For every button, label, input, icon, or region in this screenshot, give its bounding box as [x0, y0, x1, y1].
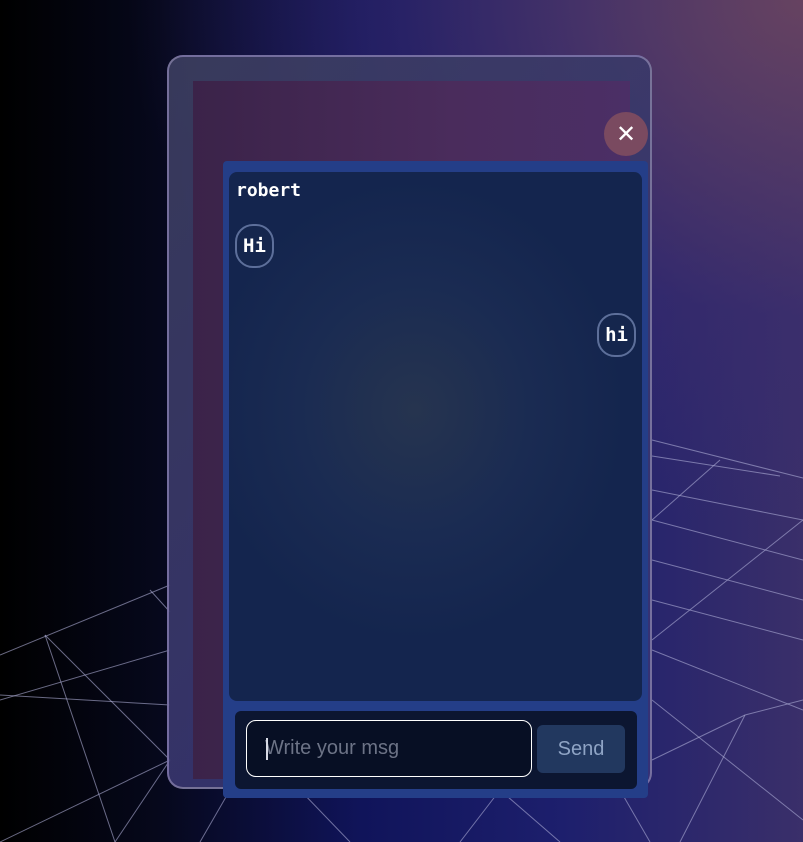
grid-line: [0, 694, 171, 706]
grid-line: [651, 459, 721, 521]
close-button[interactable]: ✕: [604, 112, 648, 156]
grid-line: [651, 519, 803, 561]
grid-line: [651, 439, 803, 479]
grid-line: [651, 649, 803, 711]
grid-line: [679, 714, 746, 842]
message-bubble-incoming: Hi: [235, 224, 274, 268]
send-button[interactable]: Send: [537, 725, 625, 773]
close-icon: ✕: [615, 120, 637, 148]
grid-line: [651, 489, 803, 521]
grid-line: [0, 584, 171, 656]
grid-line: [651, 519, 803, 641]
grid-line: [744, 699, 803, 716]
grid-line: [44, 634, 171, 761]
grid-line: [114, 759, 171, 842]
message-composer: Send: [235, 711, 637, 789]
message-bubble-outgoing: hi: [597, 313, 636, 357]
grid-line: [651, 599, 803, 641]
grid-line: [44, 634, 116, 842]
message-input[interactable]: [246, 720, 532, 777]
grid-line: [651, 455, 781, 477]
grid-line: [0, 649, 171, 701]
message-list[interactable]: robert Hi hi: [229, 172, 642, 701]
grid-line: [0, 759, 171, 842]
grid-line: [651, 699, 803, 821]
chat-window-inner: ✕ robert Hi hi Send: [193, 81, 648, 798]
grid-line: [651, 714, 746, 761]
chat-window: ✕ robert Hi hi Send: [167, 55, 652, 798]
chat-username: robert: [236, 180, 302, 201]
chat-panel: robert Hi hi Send: [223, 161, 648, 798]
text-cursor: [266, 738, 268, 760]
